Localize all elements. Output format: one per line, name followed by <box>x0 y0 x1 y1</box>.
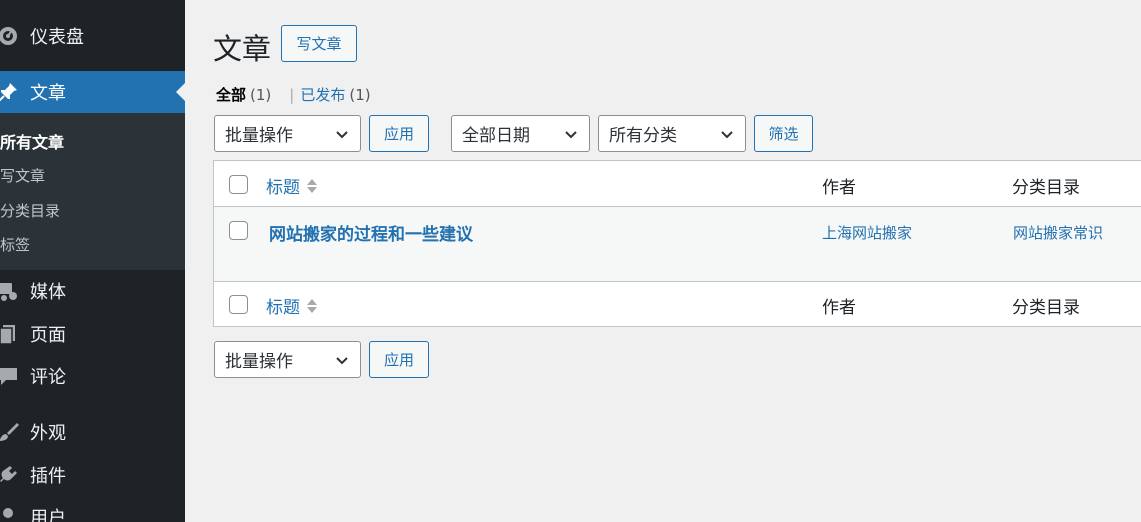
submenu-item-all-posts[interactable]: 所有文章 <box>0 129 64 153</box>
sort-icon <box>307 178 317 193</box>
comment-icon <box>0 365 19 387</box>
menu-label-users: 用户 <box>30 508 66 522</box>
chevron-down-icon <box>336 357 348 365</box>
table-footer: 标题 作者 分类目录 <box>214 282 1141 326</box>
select-all-checkbox[interactable] <box>229 175 248 194</box>
chevron-down-icon <box>721 131 733 139</box>
posts-table: 标题 作者 分类目录 网站搬家的过程和一些建议 上海网站搬家 网站搬家常识 标题… <box>213 160 1141 327</box>
filter-all[interactable]: 全部 <box>216 84 246 105</box>
menu-label-comments: 评论 <box>30 367 66 388</box>
column-title-footer[interactable]: 标题 <box>266 293 318 318</box>
menu-item-media[interactable]: 媒体 <box>0 270 185 312</box>
column-categories-header: 分类目录 <box>1012 178 1080 198</box>
filter-published[interactable]: 已发布 <box>300 84 345 105</box>
menu-item-plugins[interactable]: 插件 <box>0 454 185 496</box>
category-filter-select[interactable]: 所有分类 <box>598 115 746 152</box>
menu-label-dashboard: 仪表盘 <box>30 27 84 48</box>
table-header: 标题 作者 分类目录 <box>214 161 1141 207</box>
page-icon <box>0 323 19 345</box>
chevron-down-icon <box>336 131 348 139</box>
row-checkbox[interactable] <box>229 221 248 240</box>
category-filter-value: 所有分类 <box>609 126 677 146</box>
brush-icon <box>0 421 19 443</box>
page-title: 文章 <box>213 32 272 66</box>
submenu-item-add-new[interactable]: 写文章 <box>0 165 45 186</box>
column-title-label: 标题 <box>266 298 300 318</box>
add-new-post-button[interactable]: 写文章 <box>281 25 357 62</box>
submenu-item-tags[interactable]: 标签 <box>0 234 30 255</box>
filter-button[interactable]: 筛选 <box>754 115 813 152</box>
menu-item-comments[interactable]: 评论 <box>0 355 185 397</box>
posts-submenu: 所有文章 写文章 分类目录 标签 <box>0 113 185 270</box>
bulk-action-select-top[interactable]: 批量操作 <box>214 115 361 152</box>
menu-label-posts: 文章 <box>30 83 66 104</box>
column-author-header: 作者 <box>822 178 856 198</box>
menu-item-posts[interactable]: 文章 <box>0 71 185 113</box>
apply-button-top[interactable]: 应用 <box>369 115 429 152</box>
status-filters: 全部 (1) | 已发布 (1) <box>216 84 371 105</box>
menu-item-dashboard[interactable]: 仪表盘 <box>0 15 185 57</box>
plugin-icon <box>0 464 19 486</box>
menu-item-appearance[interactable]: 外观 <box>0 411 185 453</box>
submenu-item-categories[interactable]: 分类目录 <box>0 200 60 221</box>
post-category-link[interactable]: 网站搬家常识 <box>1013 222 1103 243</box>
table-row: 网站搬家的过程和一些建议 上海网站搬家 网站搬家常识 <box>214 207 1141 282</box>
menu-label-appearance: 外观 <box>30 423 66 444</box>
menu-label-pages: 页面 <box>30 325 66 346</box>
media-icon <box>0 280 19 302</box>
bulk-action-value: 批量操作 <box>225 126 293 146</box>
filter-all-count: (1) <box>250 85 272 104</box>
dashboard-icon <box>0 25 19 47</box>
apply-button-bottom[interactable]: 应用 <box>369 341 429 378</box>
column-author-footer: 作者 <box>822 298 856 318</box>
bulk-action-value: 批量操作 <box>225 352 293 372</box>
column-categories-footer: 分类目录 <box>1012 298 1080 318</box>
filter-published-count: (1) <box>349 85 371 104</box>
date-filter-value: 全部日期 <box>462 126 530 146</box>
date-filter-select[interactable]: 全部日期 <box>451 115 590 152</box>
bulk-action-select-bottom[interactable]: 批量操作 <box>214 341 361 378</box>
chevron-down-icon <box>565 131 577 139</box>
column-title-label: 标题 <box>266 178 300 198</box>
pin-icon <box>0 81 19 103</box>
post-author-link[interactable]: 上海网站搬家 <box>822 222 912 243</box>
post-title-link[interactable]: 网站搬家的过程和一些建议 <box>269 220 473 245</box>
admin-sidebar: 仪表盘 文章 所有文章 写文章 分类目录 标签 媒体 页面 评论 外观 插件 用… <box>0 0 185 522</box>
user-icon <box>0 506 19 522</box>
menu-label-media: 媒体 <box>30 282 66 303</box>
menu-item-pages[interactable]: 页面 <box>0 313 185 355</box>
menu-item-users[interactable]: 用户 <box>0 496 185 522</box>
column-title-header[interactable]: 标题 <box>266 173 318 198</box>
sort-icon <box>307 298 317 313</box>
select-all-checkbox-footer[interactable] <box>229 295 248 314</box>
filter-separator: | <box>289 85 295 104</box>
menu-label-plugins: 插件 <box>30 466 66 487</box>
